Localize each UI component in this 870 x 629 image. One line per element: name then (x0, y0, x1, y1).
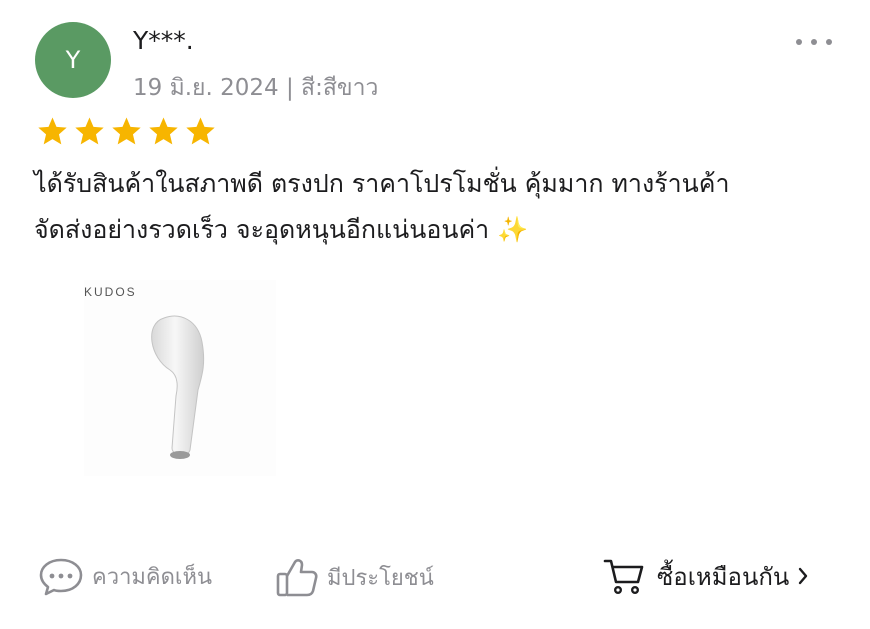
buy-same-label: ซื้อเหมือนกัน (657, 562, 790, 591)
comment-bubble-icon (39, 558, 83, 596)
avatar[interactable]: Y (35, 22, 111, 98)
comment-label: ความคิดเห็น (92, 564, 212, 590)
photo-brand-logo: KUDOS (84, 285, 137, 299)
review-meta: 19 มิ.ย. 2024 | สี:สีขาว (133, 75, 379, 101)
chevron-right-icon (799, 567, 808, 585)
review-line-1: ได้รับสินค้าในสภาพดี ตรงปก ราคาโปรโมชั่น… (34, 169, 730, 198)
review-photo[interactable]: KUDOS (84, 280, 276, 476)
star-icon (186, 117, 215, 145)
shower-head-image (151, 315, 205, 459)
helpful-label: มีประโยชน์ (327, 565, 434, 591)
reviewer-name: Y***. (133, 26, 194, 55)
thumbs-up-icon (276, 559, 318, 597)
review-actions: ความคิดเห็น มีประโยชน์ ซื้อเหมือนกัน (0, 550, 870, 606)
comment-button[interactable]: ความคิดเห็น (38, 556, 212, 596)
star-rating (36, 115, 217, 148)
more-dots-icon (826, 39, 832, 45)
more-dots-icon (796, 39, 802, 45)
helpful-button[interactable]: มีประโยชน์ (275, 556, 434, 598)
more-options-button[interactable] (796, 30, 832, 54)
review-line-2: จัดส่งอย่างรวดเร็ว จะอุดหนุนอีกแน่นอนค่า… (34, 215, 529, 244)
star-icon (38, 117, 67, 145)
avatar-initial: Y (65, 46, 81, 74)
buy-same-button[interactable]: ซื้อเหมือนกัน (603, 556, 809, 596)
star-icon (75, 117, 104, 145)
more-dots-icon (811, 39, 817, 45)
star-icon (112, 117, 141, 145)
cart-icon (603, 559, 644, 595)
review-text: ได้รับสินค้าในสภาพดี ตรงปก ราคาโปรโมชั่น… (34, 161, 854, 253)
star-icon (149, 117, 178, 145)
